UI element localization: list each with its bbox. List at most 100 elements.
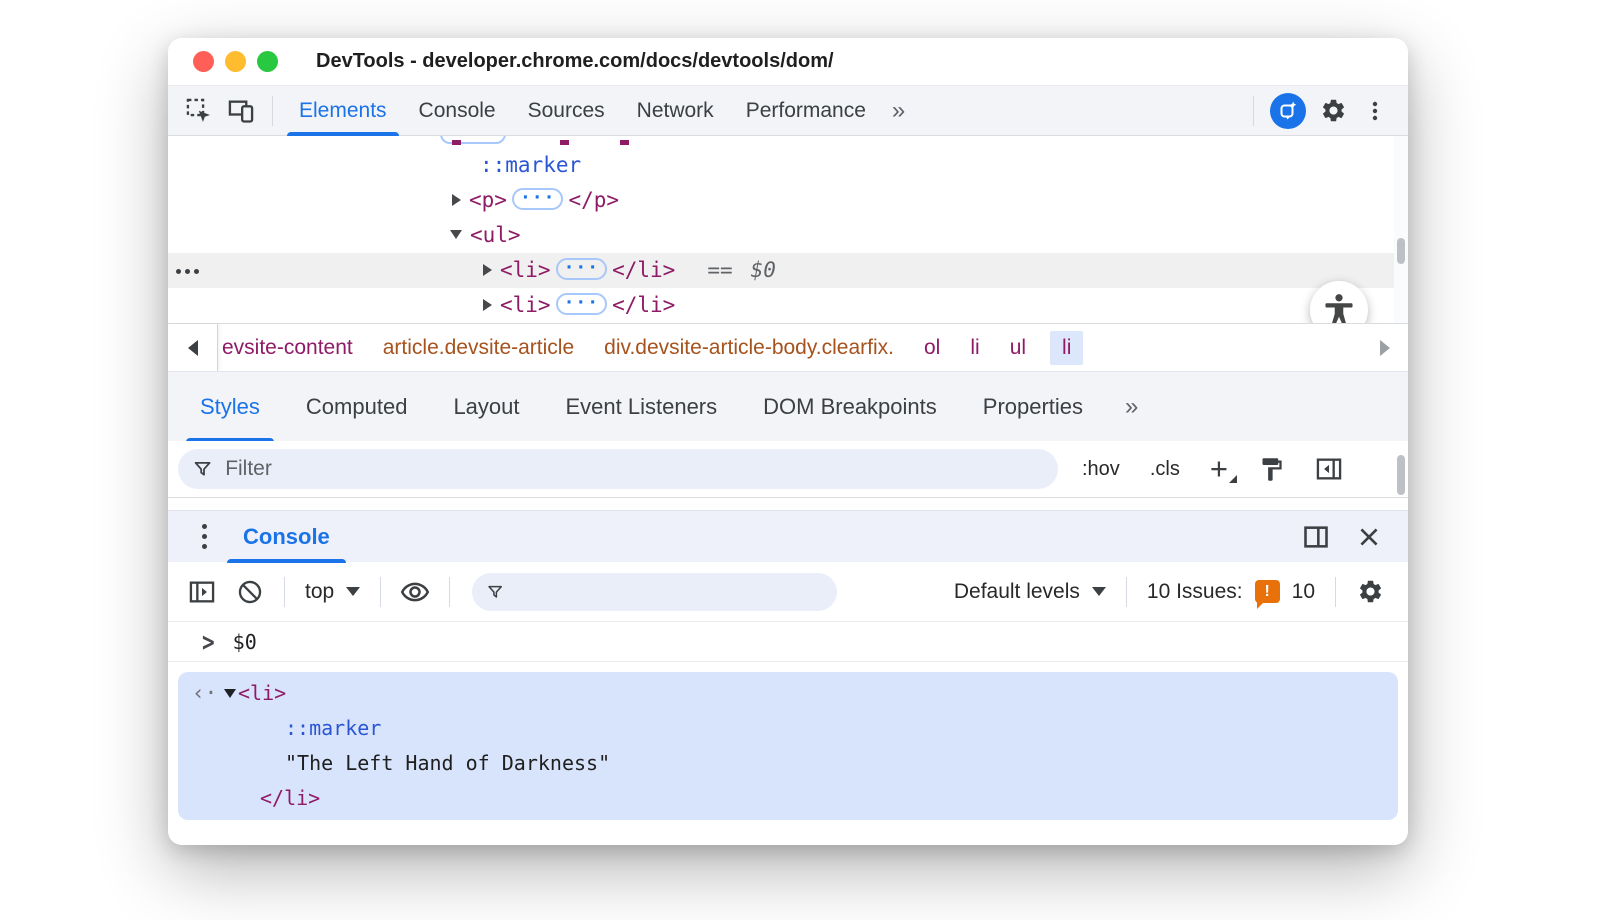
ai-assistant-icon[interactable]	[1270, 92, 1306, 129]
ellipsis-glyph: ···	[563, 257, 600, 278]
collapse-arrow-icon[interactable]	[224, 688, 236, 698]
accessibility-person-icon	[1325, 294, 1353, 323]
console-prompt-icon: >	[202, 626, 215, 657]
tag-open[interactable]: <li>	[238, 681, 286, 705]
console-prompt-row[interactable]: > $0	[168, 622, 1408, 662]
tree-row-li[interactable]: <li> ··· </li>	[168, 288, 1408, 323]
console-settings-gear-icon[interactable]	[1352, 574, 1388, 610]
drawer-menu-icon[interactable]	[202, 524, 207, 549]
sidebar-tab-bar: Styles Computed Layout Event Listeners D…	[168, 371, 1408, 442]
tab-properties[interactable]: Properties	[969, 372, 1097, 442]
tag-close[interactable]: </li>	[612, 293, 675, 317]
styles-filter-input[interactable]	[223, 456, 1044, 482]
tree-row-p[interactable]: <p> ··· </p>	[168, 183, 1408, 218]
breadcrumb-item[interactable]: div.devsite-article-body.clearfix.	[604, 336, 894, 360]
styles-filter-field[interactable]	[178, 449, 1058, 489]
drawer-tab-console[interactable]: Console	[227, 511, 346, 563]
tree-scrollbar[interactable]	[1394, 136, 1408, 323]
toggle-element-classes-button[interactable]: .cls	[1150, 458, 1180, 481]
more-options-icon[interactable]	[1358, 94, 1392, 128]
issues-counter[interactable]: 10 Issues: ! 10	[1146, 579, 1315, 609]
console-result-highlighted[interactable]: ‹· <li> ::marker "The Left Hand of Darkne…	[178, 672, 1398, 820]
expand-arrow-icon[interactable]	[483, 298, 492, 311]
ellipsis-glyph: ···	[519, 187, 556, 208]
tab-computed[interactable]: Computed	[292, 372, 422, 442]
equals-sign: ==	[707, 258, 733, 282]
gutter-more-icon[interactable]	[176, 269, 199, 274]
inspect-element-icon[interactable]	[182, 94, 216, 128]
tree-row-ul[interactable]: <ul>	[168, 218, 1408, 253]
clipped-tag-fragment	[452, 140, 461, 145]
tab-network[interactable]: Network	[621, 86, 730, 136]
device-toolbar-icon[interactable]	[224, 94, 258, 128]
drawer-gap	[168, 498, 1408, 510]
tag-open[interactable]: <li>	[500, 258, 551, 282]
console-expression[interactable]: $0	[233, 630, 257, 654]
toggle-hover-state-button[interactable]: :hov	[1082, 458, 1120, 481]
clipped-tag-fragment	[560, 140, 569, 145]
expand-arrow-icon[interactable]	[452, 193, 461, 206]
text-node-value[interactable]: "The Left Hand of Darkness"	[285, 751, 610, 775]
window-title: DevTools - developer.chrome.com/docs/dev…	[316, 50, 834, 72]
tag-close[interactable]: </p>	[568, 188, 619, 212]
clear-console-icon[interactable]	[232, 574, 268, 610]
toggle-sidebar-icon[interactable]	[1315, 455, 1343, 483]
pseudo-element-label[interactable]: ::marker	[480, 153, 581, 177]
console-messages: > $0 ‹· <li> ::marker "The Left Hand of D…	[168, 622, 1408, 845]
tab-console[interactable]: Console	[403, 86, 512, 136]
tab-elements[interactable]: Elements	[283, 86, 403, 136]
more-tabs-icon[interactable]: »	[882, 97, 914, 125]
execution-context-dropdown[interactable]: top	[305, 580, 361, 604]
tree-row-li-selected[interactable]: <li> ··· </li> == $0	[168, 253, 1408, 288]
tab-performance[interactable]: Performance	[730, 86, 882, 136]
inline-expand-icon[interactable]: ···	[555, 293, 608, 315]
collapse-arrow-icon[interactable]	[450, 230, 462, 239]
new-style-rule-button[interactable]: +	[1210, 453, 1238, 484]
more-sidebar-tabs-icon[interactable]: »	[1115, 393, 1147, 421]
paint-style-icon[interactable]	[1258, 456, 1285, 483]
breadcrumb-item[interactable]: ul	[1010, 336, 1026, 360]
log-levels-dropdown[interactable]: Default levels	[954, 580, 1106, 604]
tag-close[interactable]: </li>	[260, 786, 320, 810]
styles-scrollbar-thumb[interactable]	[1397, 455, 1405, 495]
filter-funnel-icon	[488, 585, 503, 598]
dollar-zero-label: $0	[750, 258, 776, 282]
console-sidebar-icon[interactable]	[184, 574, 220, 610]
tab-dom-breakpoints[interactable]: DOM Breakpoints	[749, 372, 951, 442]
breadcrumb-item[interactable]: evsite-content	[222, 336, 353, 360]
breadcrumb-item-selected[interactable]: li	[1050, 330, 1084, 365]
inline-expand-icon[interactable]: ···	[511, 187, 564, 210]
close-window-button[interactable]	[193, 51, 214, 72]
settings-gear-icon[interactable]	[1316, 94, 1350, 128]
tab-event-listeners[interactable]: Event Listeners	[552, 372, 732, 442]
close-drawer-icon[interactable]	[1356, 524, 1382, 550]
issues-label: 10 Issues:	[1146, 579, 1243, 603]
tree-scrollbar-thumb[interactable]	[1397, 238, 1405, 264]
tab-sources[interactable]: Sources	[512, 86, 621, 136]
issues-icon: !	[1254, 580, 1280, 609]
breadcrumb-scroll-left-button[interactable]	[168, 324, 218, 371]
tab-layout[interactable]: Layout	[439, 372, 533, 442]
tree-row-marker[interactable]: ::marker	[168, 148, 1408, 183]
tag-open[interactable]: <ul>	[470, 223, 521, 247]
tag-close[interactable]: </li>	[612, 258, 675, 282]
breadcrumb-item[interactable]: article.devsite-article	[383, 336, 574, 360]
live-expression-eye-icon[interactable]	[397, 574, 433, 610]
toolbar-divider	[1253, 95, 1254, 126]
console-filter-field[interactable]	[472, 572, 838, 611]
tab-styles[interactable]: Styles	[186, 372, 274, 442]
breadcrumb-scroll-right-button[interactable]	[1380, 339, 1390, 356]
filter-funnel-icon	[194, 461, 211, 476]
tag-open[interactable]: <li>	[500, 293, 551, 317]
breadcrumb-item[interactable]: ol	[924, 336, 940, 360]
console-filter-input[interactable]	[514, 579, 824, 604]
tag-open[interactable]: <p>	[469, 188, 507, 212]
expand-arrow-icon[interactable]	[483, 263, 492, 276]
pseudo-element-label[interactable]: ::marker	[285, 716, 381, 740]
console-drawer-header: Console	[168, 510, 1408, 563]
minimize-window-button[interactable]	[225, 51, 246, 72]
breadcrumb-item[interactable]: li	[970, 336, 979, 360]
inline-expand-icon[interactable]: ···	[555, 257, 608, 280]
dock-panel-icon[interactable]	[1302, 523, 1330, 551]
zoom-window-button[interactable]	[257, 51, 278, 72]
